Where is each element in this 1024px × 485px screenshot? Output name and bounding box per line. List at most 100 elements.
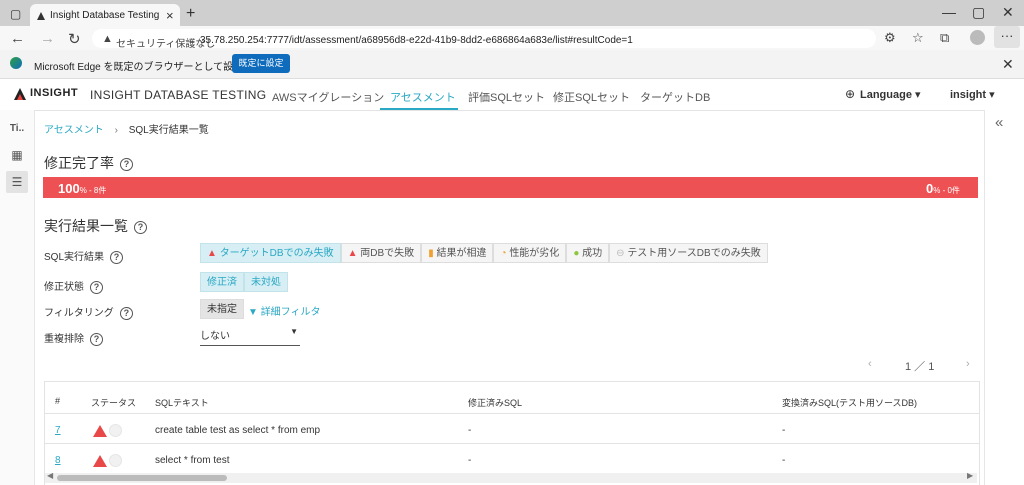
dashboard-icon[interactable]: ▦: [6, 144, 28, 166]
help-icon[interactable]: ?: [90, 280, 103, 294]
row-id-link[interactable]: 7: [55, 425, 61, 436]
col-header-status: ステータス: [91, 398, 137, 408]
help-icon[interactable]: ?: [120, 157, 133, 171]
language-menu[interactable]: Language ▾: [860, 88, 921, 101]
warning-icon: [93, 424, 107, 437]
active-nav-indicator: [380, 108, 458, 110]
status-icons: [93, 423, 122, 438]
completion-unfixed-value: 0% - 0件: [926, 181, 960, 196]
table-horizontal-scrollbar[interactable]: ◀ ▶: [45, 471, 977, 483]
status-dot-icon: [109, 424, 122, 438]
chip-performance-degraded[interactable]: ◔ 性能が劣化: [493, 243, 567, 263]
dedup-label: 重複排除?: [44, 330, 103, 346]
help-icon[interactable]: ?: [134, 220, 147, 234]
close-tab-icon[interactable]: ×: [166, 8, 174, 23]
insight-favicon-icon: [37, 12, 45, 20]
col-header-id: #: [55, 396, 61, 406]
list-icon[interactable]: ☰: [6, 171, 28, 193]
chip-result-differs[interactable]: ▮ 結果が相違: [421, 243, 494, 263]
scroll-left-icon[interactable]: ◀: [47, 471, 53, 480]
infobar-close-icon[interactable]: ✕: [1002, 56, 1014, 73]
status-dot-icon: [109, 454, 122, 468]
right-rail: «: [984, 110, 1024, 485]
insight-logo[interactable]: INSIGHT: [12, 86, 82, 105]
filtering-label: フィルタリング?: [44, 304, 133, 320]
help-icon[interactable]: ?: [90, 332, 103, 346]
chip-source-db-failed[interactable]: ⊖ テスト用ソースDBでのみ失敗: [609, 243, 768, 263]
col-header-fixed-sql: 修正済みSQL: [468, 398, 523, 408]
collapse-panel-icon[interactable]: «: [995, 114, 1003, 131]
col-header-sql: SQLテキスト: [155, 398, 209, 408]
table-row[interactable]: 7 create table test as select * from emp…: [45, 413, 979, 444]
scrollbar-thumb[interactable]: [57, 475, 227, 481]
favorites-icon[interactable]: ☆: [912, 30, 924, 46]
tab-title: Insight Database Testing: [50, 10, 160, 21]
rail-item-title[interactable]: Ti..: [6, 118, 28, 140]
fix-status-chips: 修正済 未対処: [200, 272, 288, 292]
nav-eval-sql-set[interactable]: 評価SQLセット: [468, 89, 545, 105]
row-converted-sql: -: [782, 425, 786, 436]
chip-both-db-failed[interactable]: ▲ 両DBで失敗: [340, 243, 422, 263]
more-menu-icon[interactable]: ···: [994, 26, 1020, 48]
results-title: 実行結果一覧?: [44, 216, 147, 236]
row-id-link[interactable]: 8: [55, 455, 61, 466]
brand-title: INSIGHT DATABASE TESTING: [90, 88, 267, 102]
nav-fix-sql-set[interactable]: 修正SQLセット: [553, 89, 630, 105]
row-fixed-sql: -: [468, 455, 472, 466]
globe-icon[interactable]: ⊕: [845, 87, 855, 101]
detail-filter-link[interactable]: ▼ 詳細フィルタ: [248, 303, 321, 318]
help-icon[interactable]: ?: [110, 250, 124, 264]
table-row[interactable]: 8 select * from test - -: [45, 443, 979, 474]
col-header-converted-sql: 変換済みSQL(テスト用ソースDB): [782, 398, 918, 408]
row-sql-text: select * from test: [155, 455, 230, 466]
warning-icon: [93, 454, 107, 467]
url-text[interactable]: 35.78.250.254:7777/idt/assessment/a68956…: [200, 35, 633, 46]
scroll-right-icon[interactable]: ▶: [967, 471, 973, 480]
nav-target-db[interactable]: ターゲットDB: [640, 89, 710, 105]
results-table: # ステータス SQLテキスト 修正済みSQL 変換済みSQL(テスト用ソースD…: [44, 381, 980, 485]
chip-target-db-failed[interactable]: ▲ ターゲットDBでのみ失敗: [200, 243, 341, 263]
set-default-button[interactable]: 既定に設定: [232, 54, 290, 73]
page-indicator: 1 ／ 1: [905, 361, 935, 373]
window-close-icon[interactable]: ✕: [1002, 4, 1014, 21]
next-page-icon[interactable]: ›: [966, 358, 970, 370]
tab-actions-icon[interactable]: ▢: [10, 7, 21, 21]
app-header: INSIGHT INSIGHT DATABASE TESTING AWSマイグレ…: [0, 79, 1024, 111]
filtering-unspecified[interactable]: 未指定: [200, 299, 244, 319]
sql-result-label: SQL実行結果?: [44, 248, 124, 264]
filter-icon: ▼: [248, 307, 258, 318]
logo-text: INSIGHT: [30, 87, 79, 99]
nav-assessment[interactable]: アセスメント: [390, 89, 456, 105]
chip-unhandled[interactable]: 未対処: [244, 272, 288, 292]
extensions-icon[interactable]: ⚙: [884, 30, 896, 46]
user-menu[interactable]: insight ▾: [950, 88, 995, 101]
address-bar: ← → ↻ ▲ セキュリティ保護なし 35.78.250.254:7777/id…: [0, 26, 1024, 50]
url-field[interactable]: ▲ セキュリティ保護なし 35.78.250.254:7777/idt/asse…: [92, 29, 876, 50]
warning-icon[interactable]: ▲: [102, 33, 113, 45]
fix-status-label: 修正状態?: [44, 278, 103, 294]
row-converted-sql: -: [782, 455, 786, 466]
completion-title: 修正完了率?: [44, 153, 133, 173]
help-icon[interactable]: ?: [119, 306, 133, 320]
collections-icon[interactable]: ⧉: [940, 30, 949, 46]
minimize-icon[interactable]: —: [942, 4, 956, 20]
prev-page-icon[interactable]: ‹: [868, 358, 872, 370]
profile-avatar[interactable]: [970, 30, 985, 45]
maximize-icon[interactable]: ▢: [972, 4, 985, 21]
edge-logo-icon: [10, 57, 22, 69]
chip-fixed[interactable]: 修正済: [200, 272, 244, 292]
back-icon[interactable]: ←: [10, 30, 25, 47]
left-rail: Ti.. ▦ ☰: [0, 110, 35, 485]
completion-fixed-value: 100% - 8件: [58, 181, 107, 196]
reload-icon[interactable]: ↻: [68, 30, 81, 48]
forward-icon[interactable]: →: [40, 30, 55, 47]
dedup-select[interactable]: しない ▼: [200, 327, 300, 346]
new-tab-icon[interactable]: +: [186, 5, 195, 23]
breadcrumb-separator: ›: [114, 125, 118, 136]
nav-aws-migration[interactable]: AWSマイグレーション: [272, 89, 384, 105]
breadcrumb-current: SQL実行結果一覧: [128, 125, 209, 136]
chip-success[interactable]: ● 成功: [566, 243, 610, 263]
breadcrumb-assessment[interactable]: アセスメント: [44, 125, 104, 136]
breadcrumb: アセスメント › SQL実行結果一覧: [44, 121, 209, 136]
chevron-down-icon: ▼: [290, 327, 298, 336]
